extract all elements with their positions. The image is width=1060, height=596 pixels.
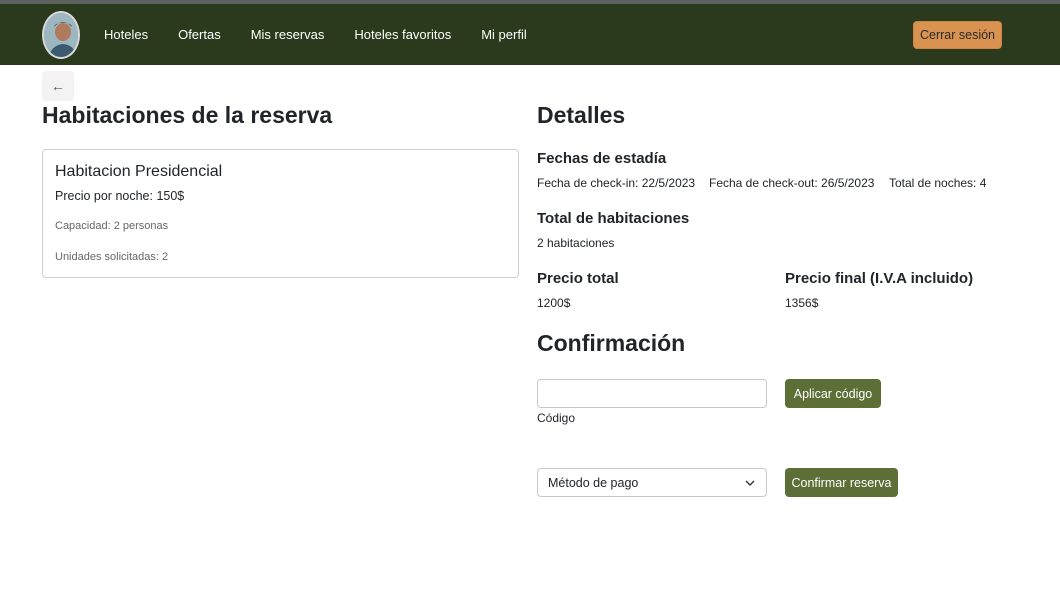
payment-method-value: Método de pago [548, 475, 639, 490]
chevron-down-icon [745, 480, 755, 486]
avatar-photo-icon [44, 13, 78, 57]
room-units: Unidades solicitadas: 2 [55, 251, 169, 263]
rooms-heading: Habitaciones de la reserva [42, 102, 333, 128]
rooms-total-title: Total de habitaciones [537, 210, 690, 227]
checkin-date: Fecha de check-in: 22/5/2023 [537, 176, 696, 190]
nav-link-mi-perfil[interactable]: Mi perfil [481, 27, 527, 42]
apply-code-button[interactable]: Aplicar código [785, 379, 881, 408]
nav-link-ofertas[interactable]: Ofertas [178, 27, 221, 42]
rooms-total-value: 2 habitaciones [537, 236, 615, 250]
total-price-value: 1200$ [537, 296, 571, 310]
room-capacity: Capacidad: 2 personas [55, 220, 169, 232]
logout-button[interactable]: Cerrar sesión [913, 21, 1002, 49]
confirmation-heading: Confirmación [537, 330, 686, 356]
dates-title: Fechas de estadía [537, 150, 667, 167]
payment-method-select[interactable]: Método de pago [537, 468, 767, 497]
checkout-date: Fecha de check-out: 26/5/2023 [709, 176, 875, 190]
nav-link-mis-reservas[interactable]: Mis reservas [251, 27, 325, 42]
final-price-title: Precio final (I.V.A incluido) [785, 270, 974, 287]
room-price: Precio por noche: 150$ [55, 189, 185, 203]
room-name: Habitacion Presidencial [55, 163, 223, 180]
nav-links: Hoteles Ofertas Mis reservas Hoteles fav… [104, 4, 557, 65]
code-label: Código [537, 411, 576, 425]
final-price-value: 1356$ [785, 296, 819, 310]
details-heading: Detalles [537, 102, 626, 128]
back-button[interactable]: ← [42, 71, 74, 101]
nav-link-hoteles[interactable]: Hoteles [104, 27, 148, 42]
navbar: Hoteles Ofertas Mis reservas Hoteles fav… [0, 4, 1060, 65]
confirm-reservation-button[interactable]: Confirmar reserva [785, 468, 898, 497]
arrow-left-icon: ← [51, 78, 65, 94]
avatar[interactable] [42, 11, 80, 59]
room-card: Habitacion Presidencial Precio por noche… [42, 149, 519, 278]
total-nights: Total de noches: 4 [889, 176, 987, 190]
total-price-title: Precio total [537, 270, 619, 287]
code-input[interactable] [537, 379, 767, 408]
nav-link-hoteles-favoritos[interactable]: Hoteles favoritos [354, 27, 451, 42]
